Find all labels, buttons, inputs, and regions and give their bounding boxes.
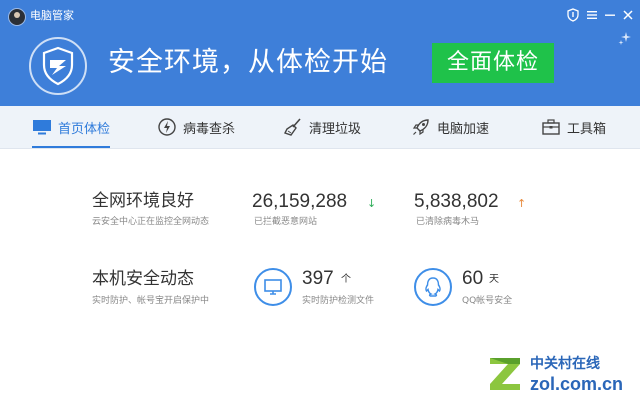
rocket-icon [411, 117, 431, 137]
tab-toolbox-label: 工具箱 [567, 121, 607, 137]
sparkle-icon[interactable] [617, 30, 633, 46]
monitor-icon [32, 117, 52, 137]
qq-safe-days-unit: 天 [489, 274, 499, 285]
qq-safe-days-count: 60 [462, 268, 484, 289]
hero-headline: 安全环境，从体检开始 [108, 47, 388, 78]
tab-home-scan-label: 首页体检 [58, 121, 111, 137]
tab-home-scan[interactable]: 首页体检 [32, 106, 111, 148]
tab-toolbox[interactable]: 工具箱 [541, 106, 606, 148]
full-scan-button[interactable]: 全面体检 [432, 43, 554, 83]
scanned-files-label: 实时防护检测文件 [302, 296, 375, 306]
zol-watermark: 中关村在线 zol.com.cn [486, 350, 636, 398]
arrow-up-icon: ↑ [517, 197, 527, 210]
tab-clean-junk-label: 清理垃圾 [309, 121, 362, 137]
shield-logo-icon [28, 36, 88, 96]
network-status-title: 全网环境良好 [92, 191, 194, 211]
network-status-subtitle: 云安全中心正在监控全网动态 [92, 217, 210, 227]
titlebar: 电脑管家 [0, 0, 640, 30]
zol-logo-icon [486, 352, 526, 396]
watermark-top-text: 中关村在线 [530, 356, 600, 372]
main-nav: 首页体检 病毒查杀 清理垃圾 电脑加速 工具箱 [0, 106, 640, 149]
lightning-icon [157, 117, 177, 137]
scanned-files-unit: 个 [341, 274, 351, 285]
cleared-virus-count: 5,838,802 [414, 191, 499, 212]
tab-clean-junk[interactable]: 清理垃圾 [283, 106, 361, 148]
local-security-title: 本机安全动态 [92, 269, 194, 289]
app-title: 电脑管家 [30, 9, 74, 22]
watermark-bottom-text: zol.com.cn [530, 374, 624, 394]
toolbox-icon [541, 117, 561, 137]
broom-icon [283, 117, 303, 137]
local-security-subtitle: 实时防护、帐号宝开启保护中 [92, 296, 210, 306]
arrow-down-icon: ↓ [367, 197, 377, 210]
blocked-sites-count: 26,159,288 [252, 191, 348, 212]
minimize-icon[interactable] [603, 8, 617, 22]
qq-penguin-icon [414, 268, 452, 306]
blocked-sites-label: 已拦截恶意网站 [254, 217, 318, 227]
shield-icon[interactable] [566, 8, 580, 22]
app-window: 电脑管家 安全环境，从体检开始 全面体检 首页体检 病毒查杀 清理垃圾 电脑加速… [0, 0, 640, 401]
tab-speed-up[interactable]: 电脑加速 [411, 106, 489, 148]
tab-virus-scan[interactable]: 病毒查杀 [157, 106, 235, 148]
menu-icon[interactable] [585, 8, 599, 22]
qq-safe-label: QQ帐号安全 [462, 296, 513, 306]
hero-header: 电脑管家 安全环境，从体检开始 全面体检 [0, 0, 640, 106]
scanned-files-count: 397 [302, 268, 334, 289]
cleared-virus-label: 已清除病毒木马 [416, 217, 480, 227]
avatar[interactable] [8, 8, 26, 26]
close-icon[interactable] [621, 8, 635, 22]
tab-virus-scan-label: 病毒查杀 [183, 121, 236, 137]
monitor-icon [254, 268, 292, 306]
tab-speed-up-label: 电脑加速 [437, 121, 490, 137]
